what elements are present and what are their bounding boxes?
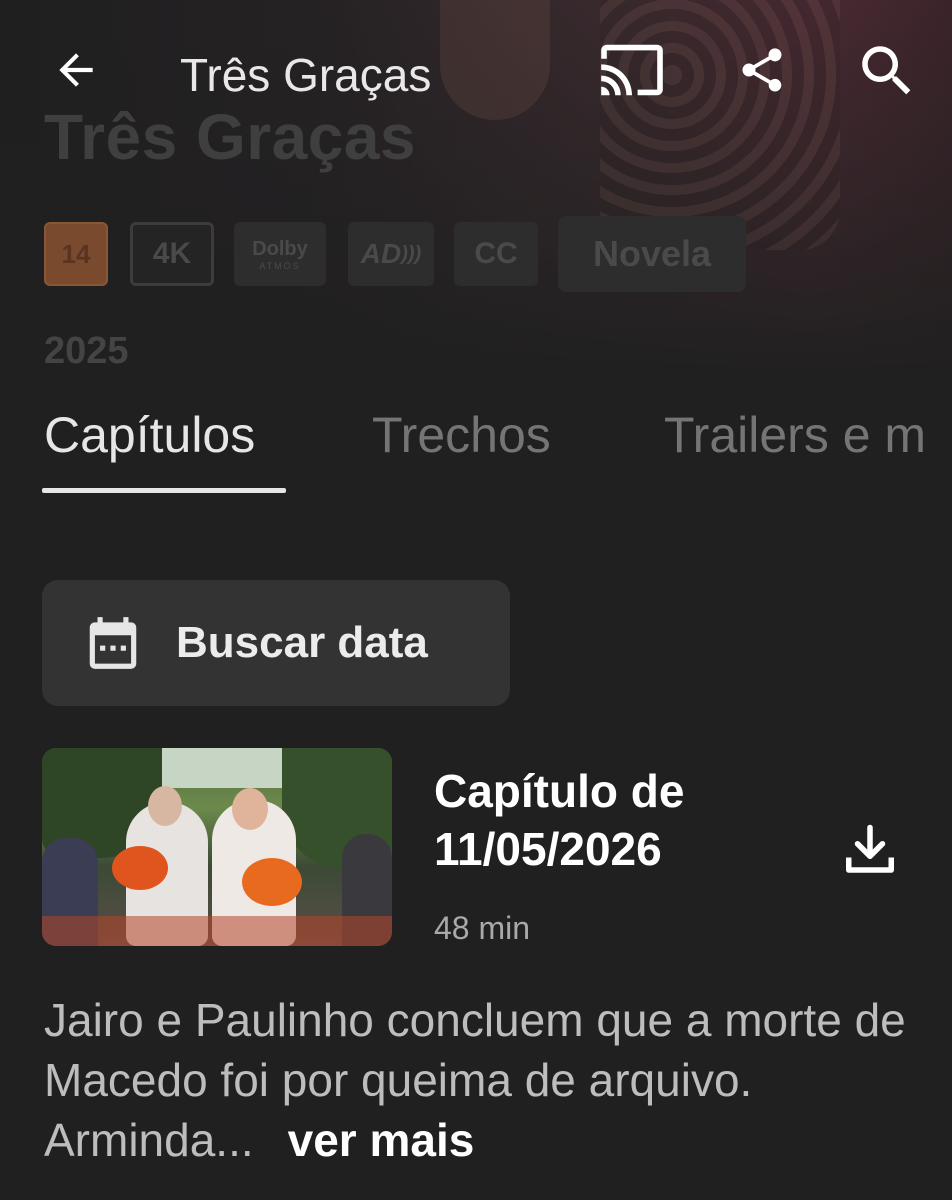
tab-capitulos[interactable]: Capítulos [44,406,255,464]
episode-title[interactable]: Capítulo de 11/05/2026 [434,762,794,878]
dolby-atmos-label: ATMOS [259,260,301,271]
tab-selected-indicator [42,488,286,493]
release-year: 2025 [44,330,129,372]
thumbnail-flowers-ground [42,916,392,946]
thumbnail-bouquet [242,858,302,906]
episode-card[interactable]: Capítulo de 11/05/2026 48 min [42,748,922,948]
audio-description-badge: AD))) [348,222,434,286]
audio-waves-icon: ))) [401,242,422,265]
arrow-left-icon [59,53,93,87]
tab-trailers[interactable]: Trailers e m [664,406,926,464]
cast-icon [601,44,663,96]
dolby-label: Dolby [252,237,308,260]
dolby-atmos-badge: Dolby ATMOS [234,222,326,286]
episode-thumbnail[interactable] [42,748,392,946]
thumbnail-bouquet [112,846,168,890]
search-icon [862,46,911,95]
thumbnail-head [148,786,182,826]
search-date-button[interactable]: Buscar data [42,580,510,706]
app-bar-title: Três Graças [180,49,432,101]
4k-badge: 4K [130,222,214,286]
search-button[interactable] [852,36,922,106]
cast-button[interactable] [596,38,668,102]
genre-badge: Novela [558,216,746,292]
episode-duration: 48 min [434,910,531,946]
episode-description-text: Jairo e Paulinho concluem que a morte de… [44,994,906,1166]
closed-captions-badge: CC [454,222,538,286]
episode-description: Jairo e Paulinho concluem que a morte de… [44,990,924,1170]
back-button[interactable] [44,38,108,102]
age-rating-badge: 14 [44,222,108,286]
app-bar: Três Graças [0,0,952,150]
see-more-link[interactable]: ver mais [288,1114,475,1166]
content-tabs: Capítulos Trechos Trailers e m [0,398,952,498]
calendar-icon [89,617,137,669]
download-icon[interactable] [840,820,900,880]
share-icon [742,48,782,92]
thumbnail-sky [162,748,282,788]
search-date-label: Buscar data [176,618,428,667]
share-button[interactable] [730,38,794,102]
tab-trechos[interactable]: Trechos [372,406,551,464]
audio-description-label: AD [360,238,402,269]
thumbnail-head [232,788,268,830]
